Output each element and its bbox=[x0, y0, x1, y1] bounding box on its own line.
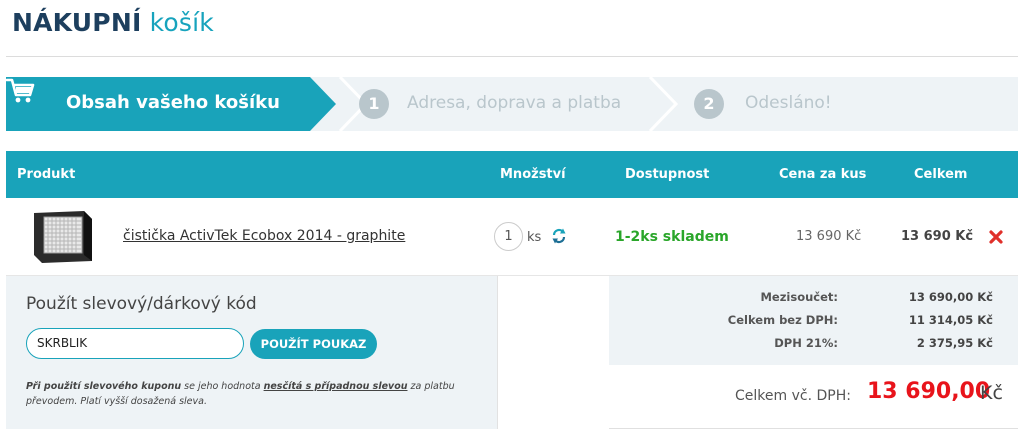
order-summary: Mezisoučet: 13 690,00 Kč Celkem bez DPH:… bbox=[609, 276, 1018, 365]
step-address[interactable]: 1 Adresa, doprava a platba bbox=[356, 77, 646, 131]
coupon-panel: Použít slevový/dárkový kód SKRBLIK POUŽÍ… bbox=[6, 276, 498, 429]
step-sent-number: 2 bbox=[694, 89, 724, 119]
step-address-label: Adresa, doprava a platba bbox=[407, 93, 622, 113]
subtotal-label: Mezisoučet: bbox=[760, 290, 838, 304]
page-title: NÁKUPNÍ košík bbox=[12, 8, 214, 37]
grand-total: Celkem vč. DPH: 13 690,00 Kč bbox=[609, 365, 1018, 429]
subtotal-value: 13 690,00 Kč bbox=[908, 290, 993, 304]
quantity-unit: ks bbox=[527, 230, 542, 245]
grand-total-currency: Kč bbox=[980, 382, 1003, 404]
coupon-note: Při použití slevového kuponu se jeho hod… bbox=[26, 379, 476, 409]
vat-label: DPH 21%: bbox=[774, 336, 838, 350]
remove-item-icon[interactable] bbox=[989, 230, 1003, 244]
product-image[interactable] bbox=[28, 207, 94, 265]
quantity-input[interactable]: 1 bbox=[494, 222, 523, 251]
coupon-note-bold: Při použití slevového kuponu bbox=[26, 381, 182, 392]
step-address-number: 1 bbox=[359, 89, 389, 119]
refresh-icon[interactable] bbox=[551, 228, 567, 244]
checkout-steps: Obsah vašeho košíku 1 Adresa, doprava a … bbox=[6, 77, 1018, 131]
coupon-code-input[interactable]: SKRBLIK bbox=[26, 328, 244, 359]
header-quantity: Množství bbox=[500, 167, 566, 182]
step-cart-contents[interactable]: Obsah vašeho košíku bbox=[6, 77, 338, 131]
page-title-light: košík bbox=[149, 8, 214, 37]
step-sent-label: Odesláno! bbox=[745, 93, 832, 113]
table-row: čistička ActivTek Ecobox 2014 - graphite… bbox=[6, 198, 1018, 276]
header-unit-price: Cena za kus bbox=[779, 167, 867, 182]
total-without-vat-label: Celkem bez DPH: bbox=[727, 313, 838, 327]
row-total-price: 13 690 Kč bbox=[901, 229, 974, 244]
apply-coupon-button[interactable]: POUŽÍT POUKAZ bbox=[250, 329, 377, 359]
summary-spacer bbox=[498, 276, 609, 429]
page-title-bold: NÁKUPNÍ bbox=[12, 8, 142, 37]
availability-status: 1-2ks skladem bbox=[615, 229, 729, 245]
coupon-note-mid: se jeho hodnota bbox=[181, 381, 264, 392]
coupon-note-underline: nesčítá s případnou slevou bbox=[263, 381, 408, 392]
header-total: Celkem bbox=[914, 167, 968, 182]
header-availability: Dostupnost bbox=[625, 167, 710, 182]
header-product: Produkt bbox=[17, 167, 76, 182]
cart-icon bbox=[6, 78, 35, 103]
step-sent[interactable]: 2 Odesláno! bbox=[694, 77, 894, 131]
vat-value: 2 375,95 Kč bbox=[916, 336, 993, 350]
product-name-link[interactable]: čistička ActivTek Ecobox 2014 - graphite bbox=[123, 228, 405, 244]
coupon-title: Použít slevový/dárkový kód bbox=[26, 294, 257, 314]
grand-total-value: 13 690,00 bbox=[867, 379, 991, 404]
unit-price: 13 690 Kč bbox=[796, 229, 862, 244]
step-cart-label: Obsah vašeho košíku bbox=[66, 92, 280, 113]
cart-table-header: Produkt Množství Dostupnost Cena za kus … bbox=[6, 151, 1018, 198]
total-without-vat-value: 11 314,05 Kč bbox=[908, 313, 993, 327]
step-separator bbox=[648, 77, 678, 131]
grand-total-label: Celkem vč. DPH: bbox=[735, 388, 851, 404]
title-divider bbox=[6, 56, 1018, 57]
